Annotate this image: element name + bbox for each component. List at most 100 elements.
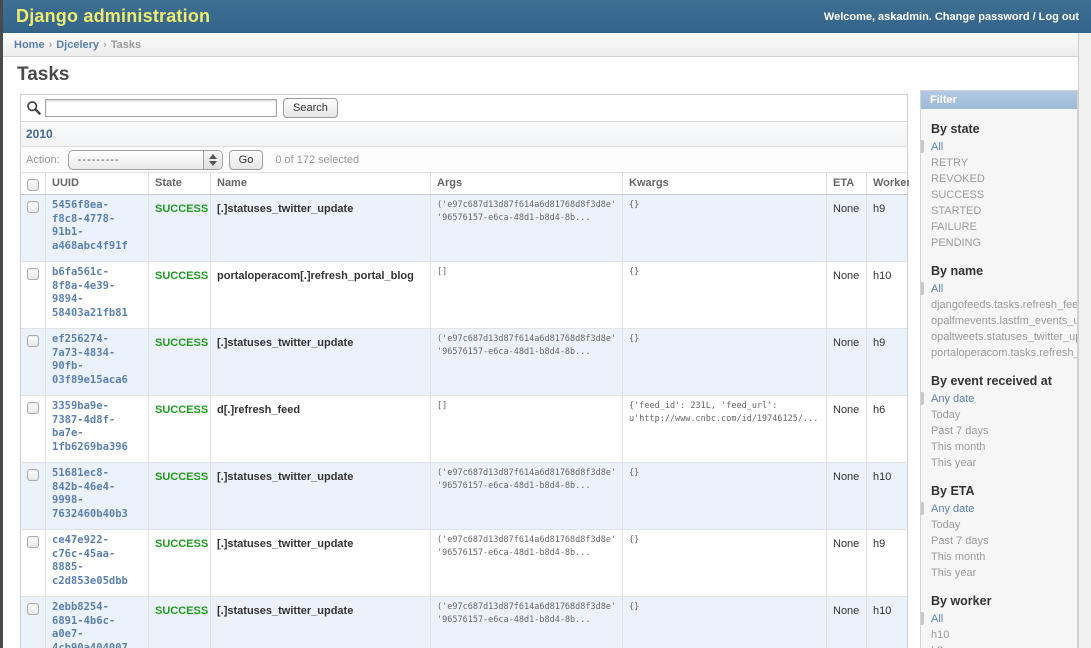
args-cell: ('e97c687d13d87f614a6d81768d8f3d8e','965… [431,329,623,395]
table-row: 2ebb8254-6891-4b6c-a0e7-4cb90a404007SUCC… [21,597,907,648]
eta-cell: None [827,597,867,648]
breadcrumb-home-link[interactable]: Home [14,39,45,51]
actions-bar: Action: --------- Go 0 of 172 selected [21,147,907,173]
worker-value: h10 [873,270,891,282]
filter-option-this-year[interactable]: This year [921,565,1077,581]
breadcrumb-app-link[interactable]: Djcelery [56,39,99,51]
kwargs-text: u'http://www.cnbc.com/id/19746125/... [629,413,820,426]
row-checkbox-cell [21,530,46,596]
state-badge: SUCCESS [155,471,208,483]
row-checkbox-cell [21,597,46,648]
worker-value: h10 [873,471,891,483]
filter-option-today[interactable]: Today [921,407,1077,423]
eta-cell: None [827,195,867,261]
go-button[interactable]: Go [229,150,264,170]
eta-cell: None [827,396,867,462]
filter-option-any-date[interactable]: Any date [921,501,1077,517]
row-checkbox[interactable] [27,201,39,213]
column-header-worker[interactable]: Worker [867,173,909,194]
task-uuid-link[interactable]: ce47e922-c76c-45aa-8885-c2d853e05dbb [52,534,142,588]
state-badge: SUCCESS [155,337,208,349]
table-row: 3359ba9e-7387-4d8f-ba7e-1fb6269ba396SUCC… [21,396,907,463]
row-checkbox[interactable] [27,402,39,414]
filter-option-failure[interactable]: FAILURE [921,219,1077,235]
eta-value: None [833,471,859,483]
args-cell: ('e97c687d13d87f614a6d81768d8f3d8e','965… [431,530,623,596]
search-icon [26,100,42,116]
breadcrumb: Home › Djcelery › Tasks [3,33,1078,57]
table-row: ef256274-7a73-4834-90fb-03f89e15aca6 SUCC… [21,329,907,396]
search-input[interactable] [45,99,277,117]
date-hierarchy-year-link[interactable]: 2010 [26,127,53,141]
kwargs-text: {} [629,333,820,346]
column-header-name[interactable]: Name [211,173,431,194]
row-checkbox[interactable] [27,268,39,280]
task-uuid-link[interactable]: 2ebb8254-6891-4b6c-a0e7-4cb90a404007 [52,601,142,648]
row-checkbox[interactable] [27,603,39,615]
action-select[interactable]: --------- [68,150,223,170]
filter-option-h10[interactable]: h10 [921,627,1077,643]
row-checkbox[interactable] [27,469,39,481]
site-title[interactable]: Django administration [3,6,210,27]
eta-value: None [833,203,859,215]
column-header-uuid[interactable]: UUID [46,173,149,194]
eta-cell: None [827,262,867,328]
eta-value: None [833,270,859,282]
filter-option-this-month[interactable]: This month [921,549,1077,565]
action-select-value: --------- [69,154,203,166]
filter-option-any-date[interactable]: Any date [921,391,1077,407]
select-all-checkbox[interactable] [27,179,39,191]
filter-option-success[interactable]: SUCCESS [921,187,1077,203]
task-uuid-link[interactable]: 3359ba9e-7387-4d8f-ba7e-1fb6269ba396 [52,400,142,454]
args-text: ('e97c687d13d87f614a6d81768d8f3d8e', [437,333,616,346]
filter-section-title-by-state: By state [931,122,1077,136]
search-button[interactable]: Search [283,98,338,118]
kwargs-text: {} [629,467,820,480]
logout-link[interactable]: Log out [1039,11,1079,23]
filter-option-today[interactable]: Today [921,517,1077,533]
filter-option-all[interactable]: All [921,281,1077,297]
filter-option-started[interactable]: STARTED [921,203,1077,219]
task-uuid-link[interactable]: 51681ec8-842b-46e4-9998-7632460b40b3 [52,467,142,521]
column-header-eta[interactable]: ETA [827,173,867,194]
filter-option-retry[interactable]: RETRY [921,155,1077,171]
filter-option-djangofeeds-tasks-refresh-feed[interactable]: djangofeeds.tasks.refresh_feed [921,297,1077,313]
eta-cell: None [827,530,867,596]
filter-option-pending[interactable]: PENDING [921,235,1077,251]
filter-option-h8[interactable]: h8 [921,643,1077,648]
state-cell: SUCCESS [149,329,211,395]
task-uuid-link[interactable]: ef256274-7a73-4834-90fb-03f89e15aca6 [52,333,142,387]
filter-option-this-month[interactable]: This month [921,439,1077,455]
task-uuid-link[interactable]: 5456f8ea-f8c8-4778-91b1-a468abc4f91f [52,199,142,253]
column-header-args[interactable]: Args [431,173,623,194]
worker-value: h6 [873,404,885,416]
search-bar: Search [21,95,907,122]
column-header-state[interactable]: State [149,173,211,194]
window-scrollbar[interactable] [1078,33,1091,648]
uuid-cell: 3359ba9e-7387-4d8f-ba7e-1fb6269ba396 [46,396,149,462]
row-checkbox[interactable] [27,335,39,347]
filter-option-revoked[interactable]: REVOKED [921,171,1077,187]
table-row: 51681ec8-842b-46e4-9998-7632460b40b3 SUCC… [21,463,907,530]
row-checkbox[interactable] [27,536,39,548]
task-name: d[.]refresh_feed [217,404,300,416]
change-password-link[interactable]: Change password [935,11,1030,23]
task-uuid-link[interactable]: b6fa561c-8f8a-4e39-9894-58403a21fb81 [52,266,142,320]
column-header-kwargs[interactable]: Kwargs [623,173,827,194]
filter-option-all[interactable]: All [921,611,1077,627]
filter-option-past-7-days[interactable]: Past 7 days [921,533,1077,549]
task-name-cell: d[.]refresh_feed [211,396,431,462]
filter-option-portaloperacom-tasks-refresh-[interactable]: portaloperacom.tasks.refresh_ [921,345,1077,361]
eta-value: None [833,404,859,416]
state-cell: SUCCESS [149,463,211,529]
filter-option-all[interactable]: All [921,139,1077,155]
row-checkbox-cell [21,262,46,328]
filter-option-opalfmevents-lastfm-events-up[interactable]: opalfmevents.lastfm_events_up [921,313,1077,329]
filter-option-this-year[interactable]: This year [921,455,1077,471]
filter-option-past-7-days[interactable]: Past 7 days [921,423,1077,439]
filter-option-opaltweets-statuses-twitter-up[interactable]: opaltweets.statuses_twitter_up [921,329,1077,345]
task-name: [.]statuses_twitter_update [217,203,353,215]
state-badge: SUCCESS [155,538,208,550]
task-name-cell: [.]statuses_twitter_update [211,530,431,596]
filter-section-title-by-event-received-at: By event received at [931,374,1077,388]
